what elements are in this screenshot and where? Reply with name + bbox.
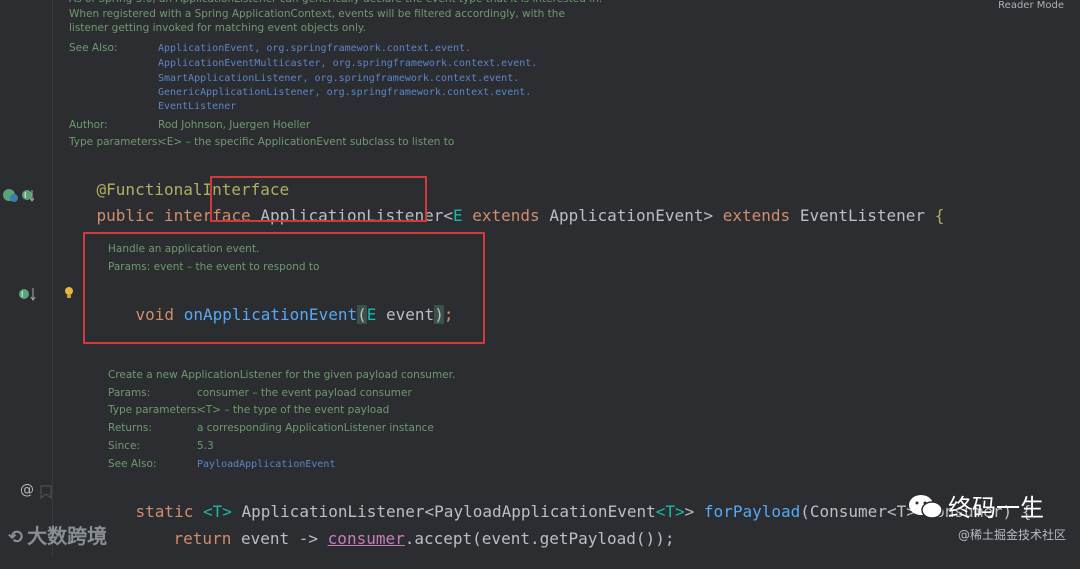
svg-text:I: I [21,290,23,299]
see-also-label: See Also: [69,42,118,54]
watermark-left: ⟲ 大数跨境 [8,520,107,549]
watermark-brand: 终码一生 [908,488,1044,525]
static-method-javadoc: Create a new ApplicationListener for the… [108,367,528,477]
event-listener-type: EventListener [799,206,926,225]
type-value: <T> – the type of the event payload [197,404,390,416]
implementations-gutter-icon[interactable]: I [2,186,35,208]
type-label: Type parameters: [108,404,200,416]
params-value: consumer – the event payload consumer [197,387,412,399]
class-javadoc: As of Spring 3.0, an ApplicationListener… [69,0,629,151]
type-param-E: E [452,206,463,225]
since-value: 5.3 [197,440,214,452]
code-editor[interactable]: Reader Mode As of Spring 3.0, an Applica… [53,0,1080,557]
lightbulb-icon[interactable] [63,285,75,304]
svg-text:I: I [24,191,26,200]
brand-text: 终码一生 [948,494,1044,522]
wechat-icon [908,493,944,525]
open-brace: { [934,206,945,225]
return-keyword: return [173,529,232,548]
returns-value: a corresponding ApplicationListener inst… [197,422,434,434]
author-value: Rod Johnson, Juergen Hoeller [158,119,311,131]
doc-static-line-1: Create a new ApplicationListener for the… [108,369,456,381]
bookmark-gutter-icon[interactable] [40,484,52,503]
lambda-event: event -> [240,529,319,548]
watermark-site: @稀土掘金技术社区 [957,528,1066,542]
annotation-gutter-icon[interactable]: @ [20,482,34,498]
static-method-name: forPayload [703,502,801,521]
since-label: Since: [108,440,141,452]
application-event-type: ApplicationEvent> [549,206,714,225]
params-label: Params: [108,387,151,399]
return-statement: return event -> consumer.accept(event.ge… [135,509,675,569]
type-params-label: Type parameters: [69,136,161,148]
extends-keyword-2: extends [722,206,791,225]
see-also-link[interactable]: EventListener [158,98,236,115]
author-label: Author: [69,119,108,131]
type-params-value: <E> – the specific ApplicationEvent subc… [158,136,455,148]
editor-gutter: I I @ [0,0,53,557]
extends-keyword: extends [472,206,540,225]
implemented-method-gutter-icon[interactable]: I [18,285,38,307]
seealso-link[interactable]: PayloadApplicationEvent [197,456,335,473]
seealso-label: See Also: [108,458,157,470]
returns-label: Returns: [108,422,152,434]
highlight-box-method [83,232,485,344]
doc-line-2: listener getting invoked for matching ev… [69,22,366,34]
public-keyword: public [96,206,155,225]
highlight-box-interface-name [210,176,427,222]
consumer-ref: consumer [327,529,405,548]
watermark-logo-icon: ⟲ [8,527,24,548]
reader-mode-button[interactable]: Reader Mode [998,0,1064,11]
static-gt: > [684,502,695,521]
watermark-left-text: 大数跨境 [27,524,108,548]
accept-call: .accept(event.getPayload()); [404,529,675,548]
